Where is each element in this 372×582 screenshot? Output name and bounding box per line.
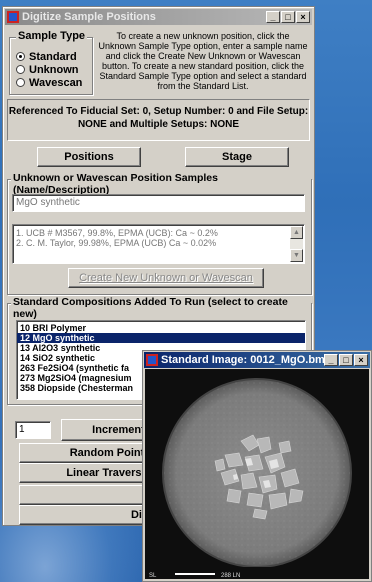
radio-unknown[interactable]: Unknown [16, 63, 82, 76]
window-title: Digitize Sample Positions [22, 11, 156, 23]
radio-standard[interactable]: Standard [16, 50, 82, 63]
increment-input[interactable]: 1 [15, 421, 51, 439]
sample-image[interactable]: SL 288 LN [145, 369, 369, 579]
image-titlebar[interactable]: Standard Image: 0012_MgO.bmp _ □ × [144, 352, 370, 368]
scale-label-right: 288 LN [221, 573, 240, 579]
unknown-group: Unknown or Wavescan Position Samples (Na… [7, 172, 312, 295]
sample-type-legend: Sample Type [16, 30, 88, 42]
standards-legend: Standard Compositions Added To Run (sele… [11, 296, 311, 320]
standard-image-window: Standard Image: 0012_MgO.bmp _ □ × SL 28… [142, 350, 372, 582]
stage-button[interactable]: Stage [185, 147, 289, 167]
minimize-icon[interactable]: _ [324, 354, 338, 366]
list-item: 2. C. M. Taylor, 99.98%, EPMA (UCB) Ca ~… [16, 238, 217, 248]
list-item-selected[interactable]: 12 MgO synthetic [17, 333, 305, 343]
fiducial-line-1: Referenced To Fiducial Set: 0, Setup Num… [8, 106, 309, 117]
image-window-title: Standard Image: 0012_MgO.bmp [161, 354, 324, 366]
radio-icon[interactable] [16, 65, 25, 74]
app-icon [146, 354, 158, 366]
minimize-icon[interactable]: _ [266, 11, 280, 23]
instructions-text: To create a new unknown position, click … [98, 31, 308, 91]
fiducial-line-2: NONE and Multiple Setups: NONE [77, 119, 240, 130]
description-scrollbar[interactable]: ▲ ▼ [290, 226, 303, 262]
description-list[interactable]: 1. UCB # M3567, 99.8%, EPMA (UCB): Ca ~ … [12, 224, 305, 264]
radio-label: Unknown [29, 63, 79, 76]
scroll-up-icon[interactable]: ▲ [290, 226, 303, 239]
radio-label: Wavescan [29, 76, 83, 89]
scroll-down-icon[interactable]: ▼ [290, 249, 303, 262]
list-item[interactable]: 10 BRI Polymer [17, 323, 305, 333]
sample-type-group: Sample Type Standard Unknown Wavescan [9, 30, 93, 95]
maximize-icon[interactable]: □ [281, 11, 295, 23]
sample-name-input[interactable]: MgO synthetic [12, 194, 305, 212]
radio-icon[interactable] [16, 78, 25, 87]
list-item: 1. UCB # M3567, 99.8%, EPMA (UCB): Ca ~ … [16, 228, 218, 238]
window-titlebar[interactable]: Digitize Sample Positions _ □ × [5, 9, 312, 25]
radio-label: Standard [29, 50, 77, 63]
create-new-button[interactable]: Create New Unknown or Wavescan [68, 268, 264, 288]
close-icon[interactable]: × [354, 354, 368, 366]
maximize-icon[interactable]: □ [339, 354, 353, 366]
radio-wavescan[interactable]: Wavescan [16, 76, 82, 89]
radio-icon[interactable] [16, 52, 25, 61]
fiducial-info: Referenced To Fiducial Set: 0, Setup Num… [7, 99, 310, 141]
unknown-legend: Unknown or Wavescan Position Samples (Na… [11, 172, 311, 196]
scale-label-left: SL [149, 573, 157, 579]
close-icon[interactable]: × [296, 11, 310, 23]
positions-button[interactable]: Positions [37, 147, 141, 167]
bse-image: SL 288 LN [145, 369, 369, 579]
app-icon [7, 11, 19, 23]
